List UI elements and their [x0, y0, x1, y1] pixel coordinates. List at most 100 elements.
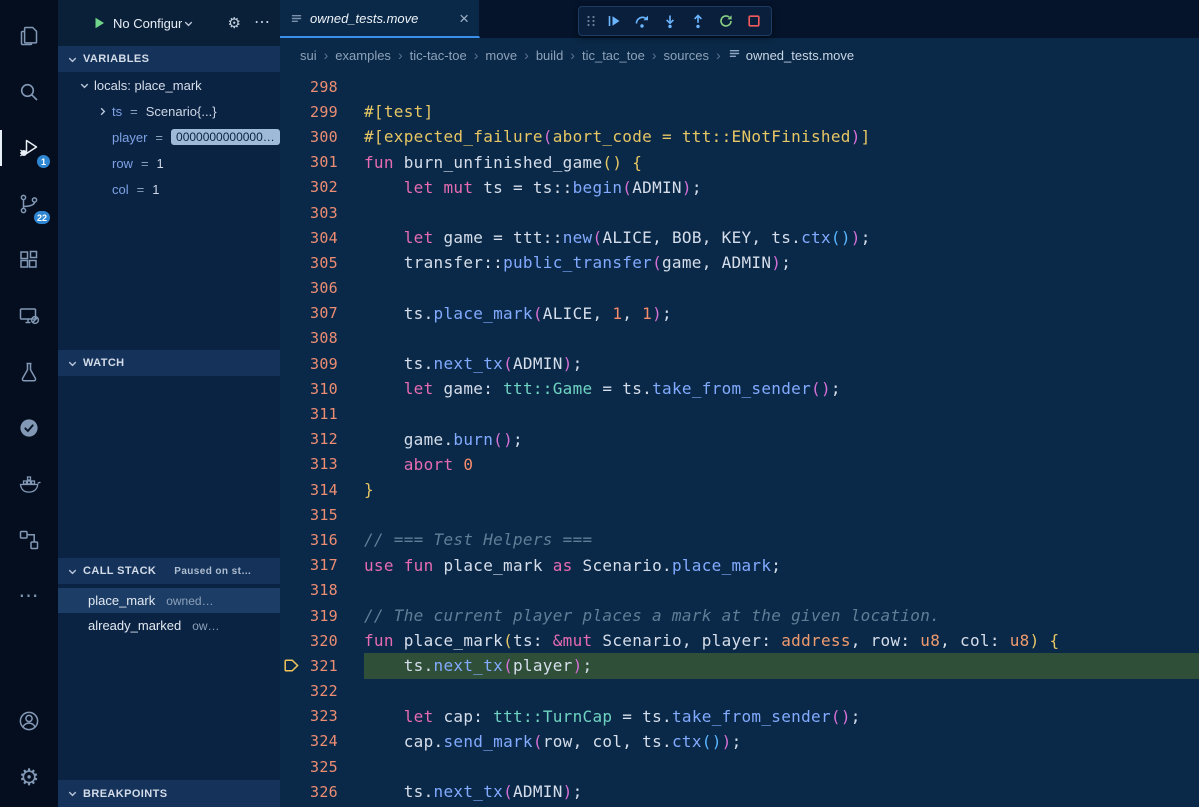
code-line[interactable]: 317use fun place_mark as Scenario.place_…: [280, 553, 1199, 578]
gutter[interactable]: 300: [280, 124, 364, 149]
line-number[interactable]: 298: [302, 78, 364, 96]
line-number[interactable]: 304: [302, 229, 364, 247]
code-line[interactable]: 326 ts.next_tx(ADMIN);: [280, 779, 1199, 804]
gutter[interactable]: 311: [280, 401, 364, 426]
code-line[interactable]: 301fun burn_unfinished_game() {: [280, 150, 1199, 175]
restart-button[interactable]: [712, 8, 740, 34]
gutter[interactable]: 313: [280, 452, 364, 477]
code-line[interactable]: 300#[expected_failure(abort_code = ttt::…: [280, 124, 1199, 149]
code-line[interactable]: 309 ts.next_tx(ADMIN);: [280, 351, 1199, 376]
breakpoints-section-header[interactable]: BREAKPOINTS: [58, 780, 280, 807]
variable-value-selected[interactable]: 0000000000000…: [171, 129, 280, 145]
run-and-debug-icon[interactable]: 1: [0, 122, 58, 174]
line-number[interactable]: 322: [302, 682, 364, 700]
code-line[interactable]: 322: [280, 679, 1199, 704]
accounts-icon[interactable]: [0, 695, 58, 747]
stack-frame[interactable]: place_mark owned…: [58, 588, 280, 613]
gutter[interactable]: 312: [280, 427, 364, 452]
stop-button[interactable]: [740, 8, 768, 34]
gutter[interactable]: 299: [280, 99, 364, 124]
line-number[interactable]: 314: [302, 481, 364, 499]
line-number[interactable]: 300: [302, 128, 364, 146]
gutter[interactable]: 320: [280, 628, 364, 653]
line-number[interactable]: 305: [302, 254, 364, 272]
line-number[interactable]: 299: [302, 103, 364, 121]
code-line[interactable]: 321 ts.next_tx(player);: [280, 653, 1199, 678]
gutter[interactable]: 326: [280, 779, 364, 804]
more-views-icon[interactable]: ⋯: [0, 570, 58, 622]
step-over-button[interactable]: [628, 8, 656, 34]
gutter[interactable]: 304: [280, 225, 364, 250]
variable-row-player[interactable]: player = 0000000000000…: [58, 124, 280, 150]
gutter[interactable]: 303: [280, 200, 364, 225]
gutter[interactable]: 305: [280, 250, 364, 275]
line-number[interactable]: 317: [302, 556, 364, 574]
line-number[interactable]: 308: [302, 329, 364, 347]
code-line[interactable]: 315: [280, 502, 1199, 527]
code-line[interactable]: 316// === Test Helpers ===: [280, 527, 1199, 552]
breadcrumb-item[interactable]: build: [536, 48, 563, 63]
code-line[interactable]: 306: [280, 276, 1199, 301]
line-number[interactable]: 309: [302, 355, 364, 373]
code-line[interactable]: 324 cap.send_mark(row, col, ts.ctx());: [280, 729, 1199, 754]
code-line[interactable]: 319// The current player places a mark a…: [280, 603, 1199, 628]
code-line[interactable]: 318: [280, 578, 1199, 603]
gutter[interactable]: 308: [280, 326, 364, 351]
gutter[interactable]: 307: [280, 301, 364, 326]
line-number[interactable]: 323: [302, 707, 364, 725]
code-line[interactable]: 298: [280, 74, 1199, 99]
line-number[interactable]: 303: [302, 204, 364, 222]
debug-config-dropdown[interactable]: No Configur: [113, 16, 195, 31]
gutter[interactable]: 315: [280, 502, 364, 527]
debug-settings-gear-icon[interactable]: ⚙: [228, 16, 241, 31]
variable-row-col[interactable]: col = 1: [58, 176, 280, 202]
line-number[interactable]: 301: [302, 153, 364, 171]
code-line[interactable]: 314}: [280, 477, 1199, 502]
line-number[interactable]: 325: [302, 758, 364, 776]
code-line[interactable]: 325: [280, 754, 1199, 779]
code-line[interactable]: 307 ts.place_mark(ALICE, 1, 1);: [280, 301, 1199, 326]
line-number[interactable]: 310: [302, 380, 364, 398]
docker-icon[interactable]: [0, 458, 58, 510]
breadcrumb-item[interactable]: owned_tests.move: [728, 47, 854, 63]
code-line[interactable]: 304 let game = ttt::new(ALICE, BOB, KEY,…: [280, 225, 1199, 250]
code-line[interactable]: 312 game.burn();: [280, 427, 1199, 452]
gutter[interactable]: 319: [280, 603, 364, 628]
line-number[interactable]: 324: [302, 732, 364, 750]
close-tab-icon[interactable]: ×: [459, 10, 469, 27]
code-line[interactable]: 320fun place_mark(ts: &mut Scenario, pla…: [280, 628, 1199, 653]
line-number[interactable]: 316: [302, 531, 364, 549]
stack-frame[interactable]: already_marked ow…: [58, 613, 280, 638]
references-icon[interactable]: [0, 514, 58, 566]
gutter[interactable]: 314: [280, 477, 364, 502]
extensions-icon[interactable]: [0, 234, 58, 286]
code-line[interactable]: 302 let mut ts = ts::begin(ADMIN);: [280, 175, 1199, 200]
code-line[interactable]: 305 transfer::public_transfer(game, ADMI…: [280, 250, 1199, 275]
breadcrumb-item[interactable]: sui: [300, 48, 317, 63]
start-debugging-button[interactable]: [92, 16, 106, 30]
step-into-button[interactable]: [656, 8, 684, 34]
line-number[interactable]: 319: [302, 607, 364, 625]
toolbar-drag-handle[interactable]: [582, 8, 600, 34]
debug-more-actions-icon[interactable]: ⋯: [254, 15, 270, 31]
code-line[interactable]: 310 let game: ttt::Game = ts.take_from_s…: [280, 376, 1199, 401]
line-number[interactable]: 326: [302, 783, 364, 801]
gutter[interactable]: 310: [280, 376, 364, 401]
breadcrumb-item[interactable]: tic_tac_toe: [582, 48, 645, 63]
step-out-button[interactable]: [684, 8, 712, 34]
code-line[interactable]: 308: [280, 326, 1199, 351]
breadcrumb-item[interactable]: sources: [664, 48, 710, 63]
gutter[interactable]: 298: [280, 74, 364, 99]
gutter[interactable]: 323: [280, 704, 364, 729]
line-number[interactable]: 312: [302, 430, 364, 448]
variable-row-ts[interactable]: ts = Scenario{...}: [58, 98, 280, 124]
variables-section-header[interactable]: VARIABLES: [58, 46, 280, 72]
gutter[interactable]: 309: [280, 351, 364, 376]
search-icon[interactable]: [0, 66, 58, 118]
explorer-icon[interactable]: [0, 10, 58, 62]
watch-section-header[interactable]: WATCH: [58, 350, 280, 376]
testing-beaker-icon[interactable]: [0, 346, 58, 398]
call-stack-section-header[interactable]: CALL STACK Paused on st…: [58, 558, 280, 584]
breadcrumb-item[interactable]: move: [485, 48, 517, 63]
check-circle-icon[interactable]: [0, 402, 58, 454]
